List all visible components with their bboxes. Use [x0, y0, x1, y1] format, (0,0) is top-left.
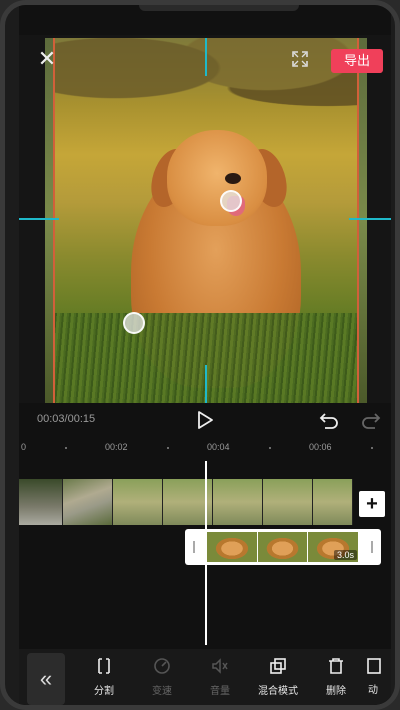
editor-screen: ✕ 导出 00:03/00:15 0 00:02 00:04 00:06 + 3…: [19, 5, 391, 705]
tool-volume[interactable]: 音量: [193, 657, 247, 705]
center-guide-right: [349, 218, 391, 220]
delete-icon: [329, 658, 343, 674]
undo-icon[interactable]: [319, 411, 339, 429]
play-icon[interactable]: [195, 409, 215, 431]
fullscreen-icon[interactable]: [291, 50, 309, 68]
collapse-toolbar-button[interactable]: «: [27, 653, 65, 705]
preview-image[interactable]: [53, 38, 359, 403]
animation-icon: [367, 658, 381, 674]
playback-controls: 00:03/00:15: [19, 403, 391, 439]
export-button[interactable]: 导出: [331, 49, 383, 73]
ruler-label: 00:02: [105, 442, 128, 452]
center-guide-bottom: [205, 365, 207, 403]
volume-icon: [212, 658, 228, 674]
tool-animation[interactable]: 动: [359, 657, 391, 705]
time-ruler: 0 00:02 00:04 00:06: [19, 439, 391, 455]
ruler-label: 0: [21, 442, 27, 452]
clip-frame: [19, 479, 63, 525]
blend-mode-icon: [270, 658, 286, 674]
clip-frame: [263, 479, 313, 525]
split-icon: [98, 658, 110, 674]
phone-frame: ✕ 导出 00:03/00:15 0 00:02 00:04 00:06 + 3…: [0, 0, 400, 710]
ruler-label: 00:06: [309, 442, 332, 452]
center-guide-left: [19, 218, 59, 220]
tool-split[interactable]: 分割: [77, 657, 131, 705]
transform-handle[interactable]: [220, 190, 242, 212]
overlay-duration: 3.0s: [333, 550, 357, 560]
main-video-track[interactable]: [19, 479, 353, 525]
clip-frame: [63, 479, 113, 525]
clip-trim-handle-left[interactable]: [193, 541, 195, 553]
bottom-toolbar: « 分割 变速 音量 混合模式 删除 动: [19, 649, 391, 705]
clip-frame: [313, 479, 353, 525]
overlay-thumbnail: [257, 532, 309, 562]
tool-delete[interactable]: 删除: [309, 657, 363, 705]
center-guide-top: [205, 38, 207, 76]
overlay-thumbnail: [207, 532, 258, 562]
speed-icon: [154, 658, 170, 674]
video-preview[interactable]: [19, 35, 391, 403]
close-icon[interactable]: ✕: [37, 48, 57, 70]
clip-trim-handle-right[interactable]: [371, 541, 373, 553]
tool-speed[interactable]: 变速: [135, 657, 189, 705]
time-readout: 00:03/00:15: [37, 413, 96, 425]
notch: [139, 5, 299, 11]
redo-icon[interactable]: [361, 411, 381, 429]
transform-handle[interactable]: [123, 312, 145, 334]
clip-frame: [113, 479, 163, 525]
playhead[interactable]: [205, 461, 207, 645]
overlay-clip[interactable]: 3.0s: [185, 529, 381, 565]
add-clip-button[interactable]: +: [359, 491, 385, 517]
ruler-label: 00:04: [207, 442, 230, 452]
tool-blend-mode[interactable]: 混合模式: [251, 657, 305, 705]
clip-frame: [213, 479, 263, 525]
